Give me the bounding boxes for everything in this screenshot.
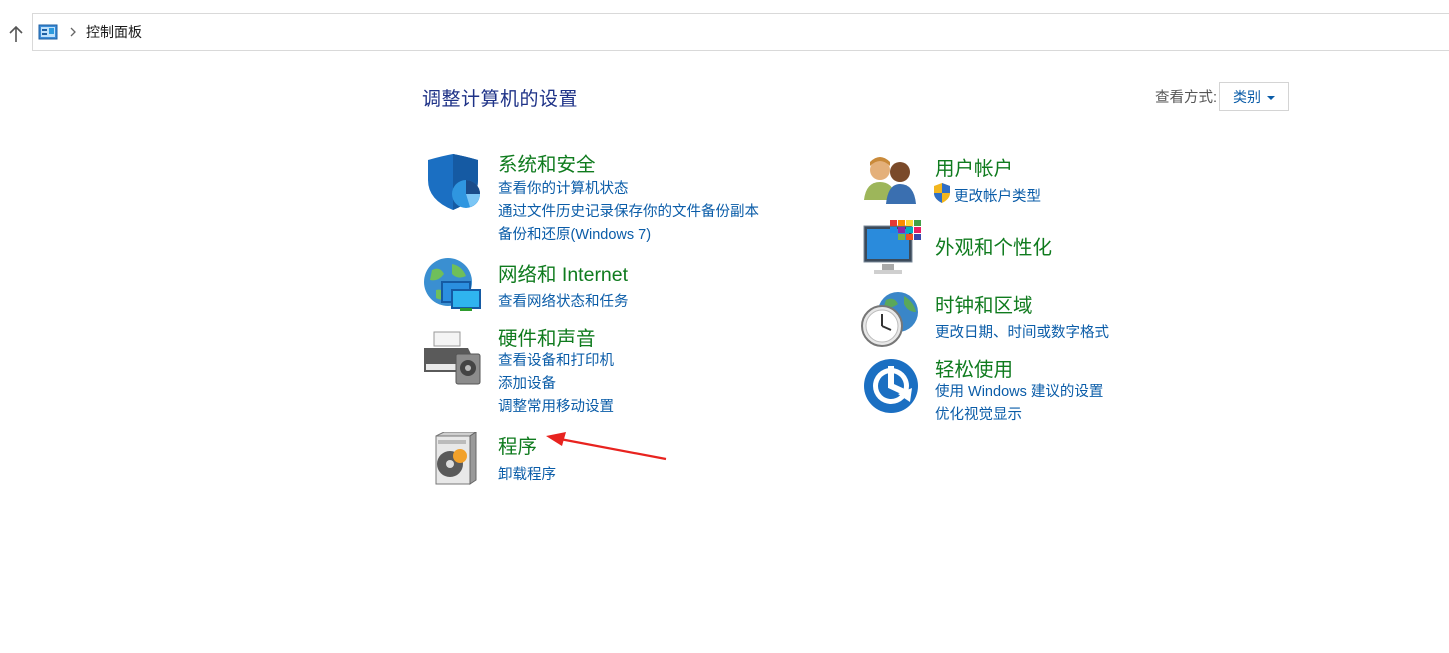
printer-icon[interactable] xyxy=(422,330,484,386)
clock-globe-icon[interactable] xyxy=(860,290,920,348)
shield-icon[interactable] xyxy=(424,154,482,212)
link-change-date-time-format[interactable]: 更改日期、时间或数字格式 xyxy=(935,321,1109,342)
category-title-hardware[interactable]: 硬件和声音 xyxy=(498,322,596,351)
link-file-history-backup[interactable]: 通过文件历史记录保存你的文件备份副本 xyxy=(498,200,759,221)
chevron-right-icon[interactable] xyxy=(68,26,78,38)
link-optimize-visual-display[interactable]: 优化视觉显示 xyxy=(935,403,1022,424)
link-devices-printers[interactable]: 查看设备和打印机 xyxy=(498,349,614,370)
view-by: 查看方式: 类别 xyxy=(1155,82,1290,111)
display-color-icon[interactable] xyxy=(862,220,922,276)
category-title-appearance[interactable]: 外观和个性化 xyxy=(935,231,1052,260)
address-bar[interactable]: 控制面板 xyxy=(32,13,1449,51)
control-panel-icon xyxy=(38,24,58,40)
view-by-dropdown[interactable]: 类别 xyxy=(1219,82,1290,111)
category-title-system-security[interactable]: 系统和安全 xyxy=(498,148,596,177)
view-by-value: 类别 xyxy=(1233,88,1262,105)
navigation-bar: 控制面板 xyxy=(0,0,1449,62)
category-title-programs[interactable]: 程序 xyxy=(498,430,537,459)
category-title-user-accounts[interactable]: 用户帐户 xyxy=(935,152,1013,181)
link-add-device[interactable]: 添加设备 xyxy=(498,372,556,393)
ease-access-icon[interactable] xyxy=(862,358,920,414)
network-globe-icon[interactable] xyxy=(422,256,484,312)
category-title-network[interactable]: 网络和 Internet xyxy=(498,258,628,287)
link-mobility-settings[interactable]: 调整常用移动设置 xyxy=(498,395,614,416)
category-title-ease-of-access[interactable]: 轻松使用 xyxy=(935,353,1013,382)
link-windows-recommended-settings[interactable]: 使用 Windows 建议的设置 xyxy=(935,380,1103,401)
programs-disc-icon[interactable] xyxy=(430,432,478,488)
link-network-status[interactable]: 查看网络状态和任务 xyxy=(498,290,629,311)
link-change-account-type[interactable]: 更改帐户类型 xyxy=(954,185,1041,206)
breadcrumb-control-panel[interactable]: 控制面板 xyxy=(86,22,142,42)
view-by-label: 查看方式: xyxy=(1155,90,1218,106)
page-title: 调整计算机的设置 xyxy=(422,89,579,110)
up-arrow-icon[interactable] xyxy=(7,24,25,44)
caret-down-icon xyxy=(1267,95,1276,100)
annotation-arrow xyxy=(546,432,667,461)
category-title-clock-region[interactable]: 时钟和区域 xyxy=(935,289,1033,318)
link-view-computer-status[interactable]: 查看你的计算机状态 xyxy=(498,177,629,198)
uac-shield-icon xyxy=(934,183,950,203)
link-backup-restore[interactable]: 备份和还原(Windows 7) xyxy=(498,223,651,244)
users-icon[interactable] xyxy=(862,156,920,206)
